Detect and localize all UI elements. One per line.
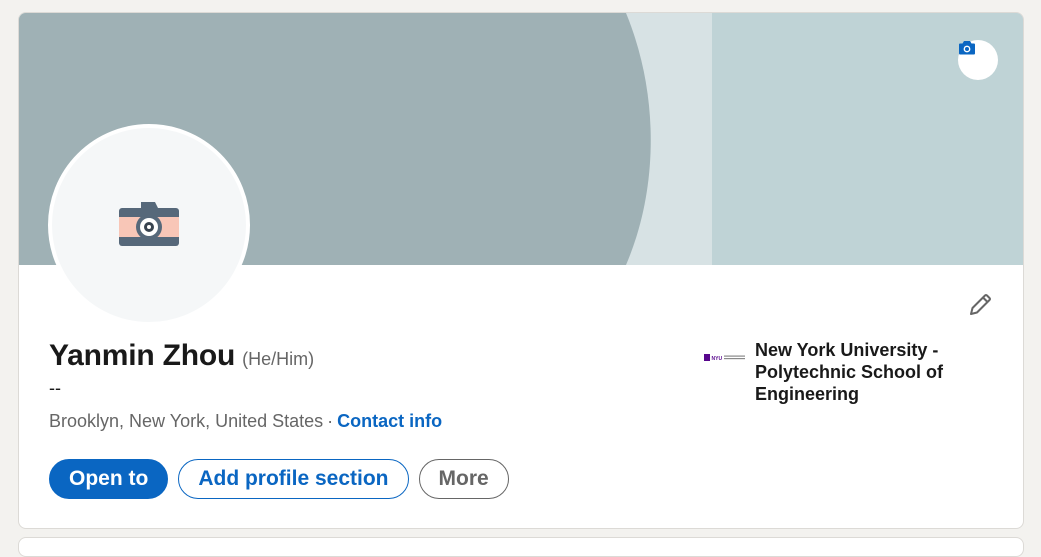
profile-pronouns: (He/Him) (242, 349, 315, 369)
edit-banner-button[interactable] (958, 40, 998, 80)
svg-text:NYU: NYU (712, 356, 723, 362)
school-logo: NYU (704, 352, 746, 364)
add-profile-section-button[interactable]: Add profile section (178, 459, 409, 499)
name-row: Yanmin Zhou (He/Him) (49, 339, 314, 373)
more-button[interactable]: More (418, 459, 509, 499)
education-link[interactable]: NYU New York University - Polytechnic Sc… (704, 339, 965, 405)
open-to-button[interactable]: Open to (49, 459, 169, 499)
profile-name: Yanmin Zhou (49, 339, 236, 372)
camera-icon (119, 202, 179, 246)
school-name: New York University - Polytechnic School… (755, 340, 944, 404)
profile-photo-placeholder[interactable] (48, 124, 250, 326)
profile-headline: -- (49, 378, 61, 398)
profile-location: Brooklyn, New York, United States (49, 411, 324, 431)
location-separator: · (327, 411, 334, 431)
next-section-card (18, 537, 1024, 557)
profile-card: Yanmin Zhou (He/Him) -- Brooklyn, New Yo… (18, 12, 1024, 529)
edit-intro-button[interactable] (963, 288, 997, 322)
pencil-icon (970, 294, 991, 315)
contact-info-link[interactable]: Contact info (337, 411, 442, 431)
nyu-logo: NYU (704, 354, 745, 362)
camera-icon (959, 41, 975, 55)
location-row: Brooklyn, New York, United States · Contac… (49, 411, 442, 432)
profile-actions: Open to Add profile section More (49, 459, 509, 499)
